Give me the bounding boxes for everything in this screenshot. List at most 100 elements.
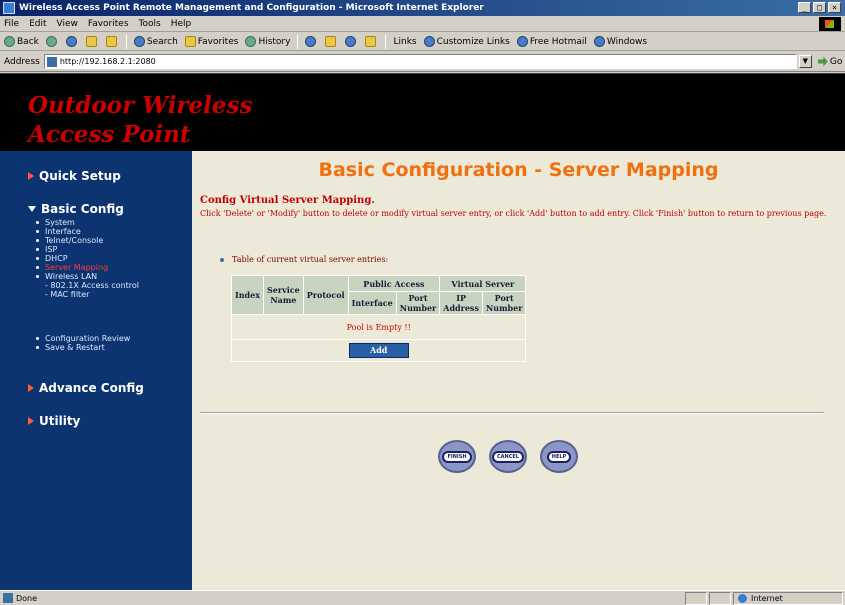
nav-item-server-mapping[interactable]: Server Mapping [36,263,139,272]
nav-item-telnet-console[interactable]: Telnet/Console [36,236,139,245]
stop-button[interactable] [65,36,79,47]
stop-icon [65,36,77,47]
menu-edit[interactable]: Edit [29,19,46,29]
main-panel: Basic Configuration - Server Mapping Con… [192,151,845,591]
cancel-button[interactable]: CANCEL [489,440,527,473]
help-button[interactable]: HELP [540,440,578,473]
nav-quick-setup[interactable]: Quick Setup [28,169,121,183]
discuss-button[interactable] [365,36,378,47]
favorites-button[interactable]: Favorites [184,36,238,47]
globe-icon [738,594,747,603]
table-caption: Table of current virtual server entries: [220,255,388,264]
triangle-down-icon [28,206,36,212]
free-hotmail-link[interactable]: Free Hotmail [516,36,587,47]
nav-item-wireless-lan[interactable]: Wireless LAN [36,272,139,281]
page-content: Outdoor Wireless Access Point Quick Setu… [0,73,845,591]
favorites-icon [184,36,196,47]
menu-favorites[interactable]: Favorites [88,19,129,29]
address-url: http://192.168.2.1:2080 [59,57,156,66]
search-icon [133,36,145,47]
maximize-button[interactable]: □ [813,2,826,13]
address-dropdown-button[interactable]: ▼ [798,55,812,68]
print-icon [325,36,337,47]
basic-config-list-2: Configuration Review Save & Restart [36,334,130,352]
nav-basic-config[interactable]: Basic Config [28,202,124,216]
refresh-icon [85,36,97,47]
close-button[interactable]: × [828,2,841,13]
add-row: Add [230,339,527,362]
nav-item-8021x-access-control[interactable]: - 802.1X Access control [36,281,139,290]
security-zone: Internet [733,592,843,605]
windows-link[interactable]: Windows [593,36,647,47]
edit-button[interactable] [345,36,358,47]
page-title: Basic Configuration - Server Mapping [318,159,719,181]
nav-item-interface[interactable]: Interface [36,227,139,236]
back-button[interactable]: Back [4,36,39,47]
forward-button[interactable] [45,36,59,47]
home-button[interactable] [105,36,119,47]
mail-icon [305,36,317,47]
windows-logo-icon [819,17,841,31]
ie-app-icon [3,2,15,14]
menu-tools[interactable]: Tools [139,19,161,29]
nav-item-mac-filter[interactable]: - MAC filter [36,290,139,299]
browser-toolbar: Back Search Favorites History Links Cust… [0,33,845,51]
mail-button[interactable] [305,36,318,47]
window-title-bar: Wireless Access Point Remote Management … [0,0,845,16]
col-index: Index [230,275,265,315]
page-icon [3,593,13,603]
nav-item-save-restart[interactable]: Save & Restart [36,343,130,352]
history-button[interactable]: History [245,36,290,47]
basic-config-list: System Interface Telnet/Console ISP DHCP… [36,218,139,299]
address-bar: Address http://192.168.2.1:2080 ▼ Go [0,52,845,72]
nav-item-dhcp[interactable]: DHCP [36,254,139,263]
menu-view[interactable]: View [57,19,78,29]
menu-help[interactable]: Help [171,19,192,29]
col-virtual-port: Port Number [481,291,527,315]
menu-file[interactable]: File [4,19,19,29]
nav-item-isp[interactable]: ISP [36,245,139,254]
go-button[interactable]: Go [817,56,842,67]
col-group-public-access: Public Access [347,275,441,292]
status-cell [685,592,707,605]
section-title: Config Virtual Server Mapping. [200,195,375,206]
customize-links-link[interactable]: Customize Links [423,36,510,47]
page-icon [593,36,605,47]
discuss-icon [365,36,377,47]
nav-item-configuration-review[interactable]: Configuration Review [36,334,130,343]
status-cell [709,592,731,605]
section-description: Click 'Delete' or 'Modify' button to del… [200,209,827,218]
col-service-name: Service Name [263,275,304,315]
page-icon [516,36,528,47]
finish-button[interactable]: FINISH [438,440,476,473]
action-buttons: FINISH CANCEL HELP [438,440,578,473]
print-button[interactable] [325,36,338,47]
col-group-virtual-server: Virtual Server [439,275,527,292]
banner-title-line2: Access Point [28,121,191,148]
triangle-right-icon [28,172,34,180]
add-button[interactable]: Add [348,343,409,358]
history-icon [245,36,257,47]
window-title: Wireless Access Point Remote Management … [19,3,484,13]
toolbar-separator [385,34,387,49]
go-arrow-icon [817,56,828,67]
nav-item-system[interactable]: System [36,218,139,227]
col-public-port: Port Number [395,291,441,315]
refresh-button[interactable] [85,36,99,47]
col-ip-address: IP Address [439,291,483,315]
address-input[interactable]: http://192.168.2.1:2080 [43,54,797,69]
minimize-button[interactable]: _ [798,2,811,13]
back-arrow-icon [4,36,15,47]
edit-icon [345,36,357,47]
links-label: Links [393,36,417,47]
status-bar: Done Internet [0,590,845,605]
home-icon [105,36,117,47]
nav-utility[interactable]: Utility [28,414,80,428]
search-button[interactable]: Search [133,36,178,47]
header-banner: Outdoor Wireless Access Point [0,74,845,151]
col-interface: Interface [347,291,397,315]
nav-advance-config[interactable]: Advance Config [28,381,144,395]
toolbar-separator [125,34,127,49]
toolbar-separator [297,34,299,49]
virtual-server-table: Index Service Name Protocol Public Acces… [230,275,527,362]
